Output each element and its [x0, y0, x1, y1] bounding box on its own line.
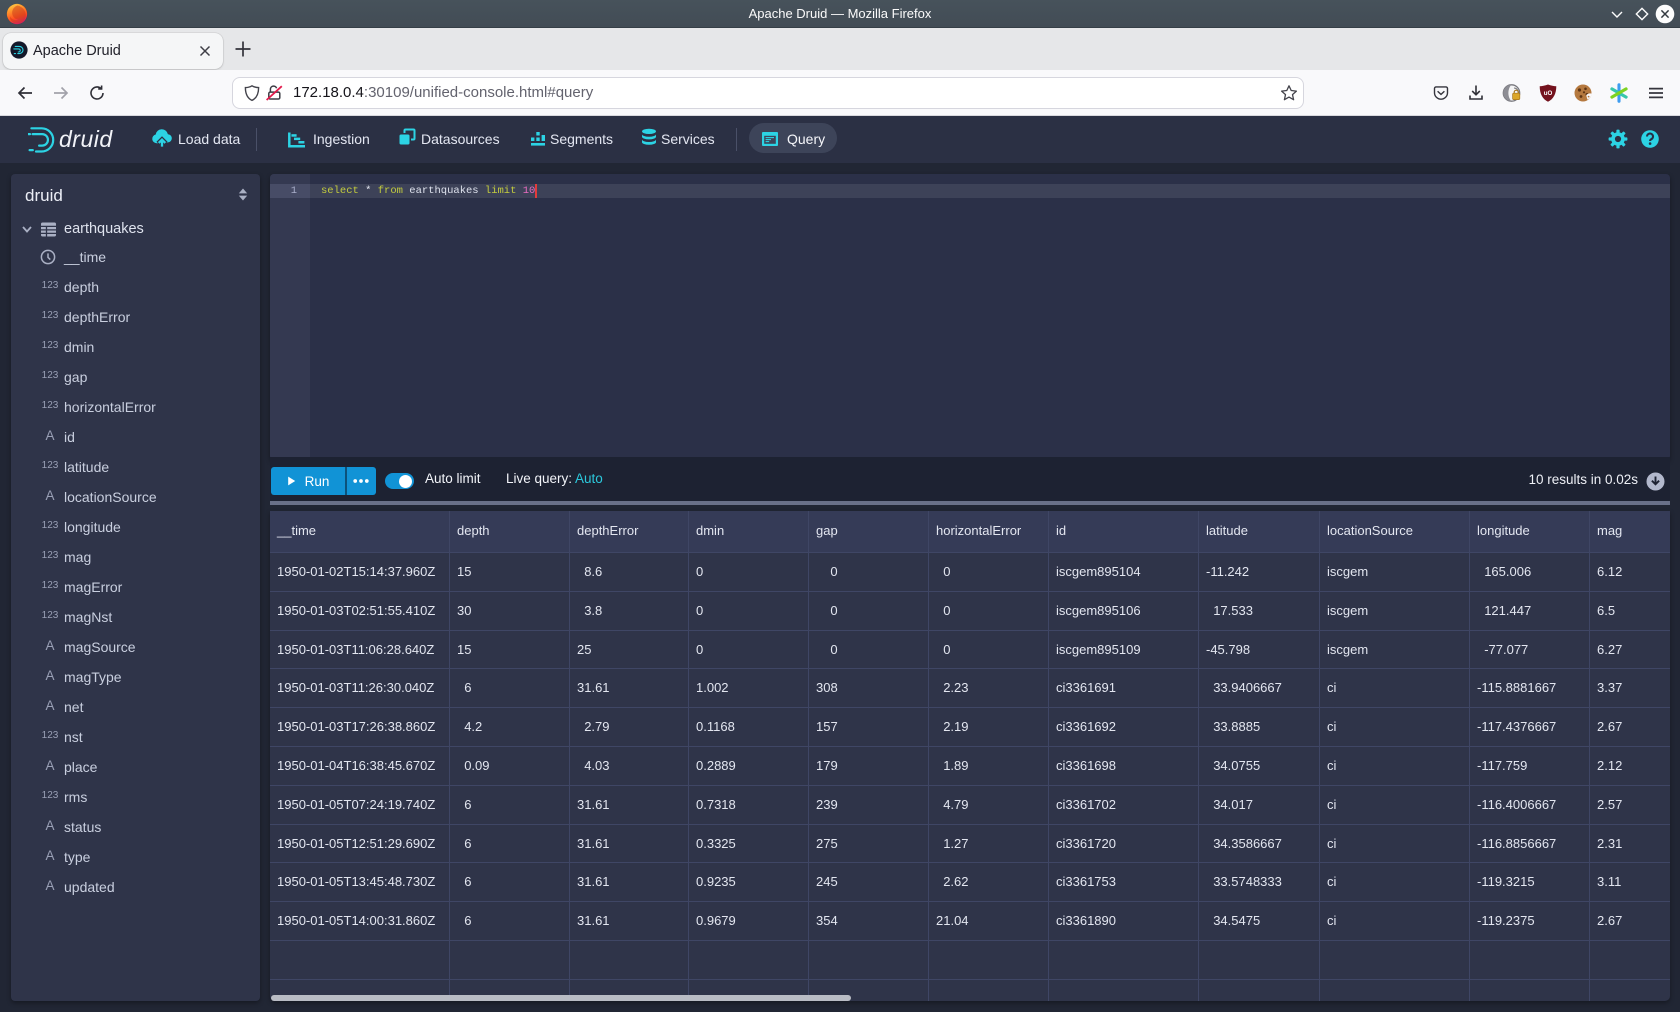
svg-text:uO: uO — [1544, 90, 1553, 97]
